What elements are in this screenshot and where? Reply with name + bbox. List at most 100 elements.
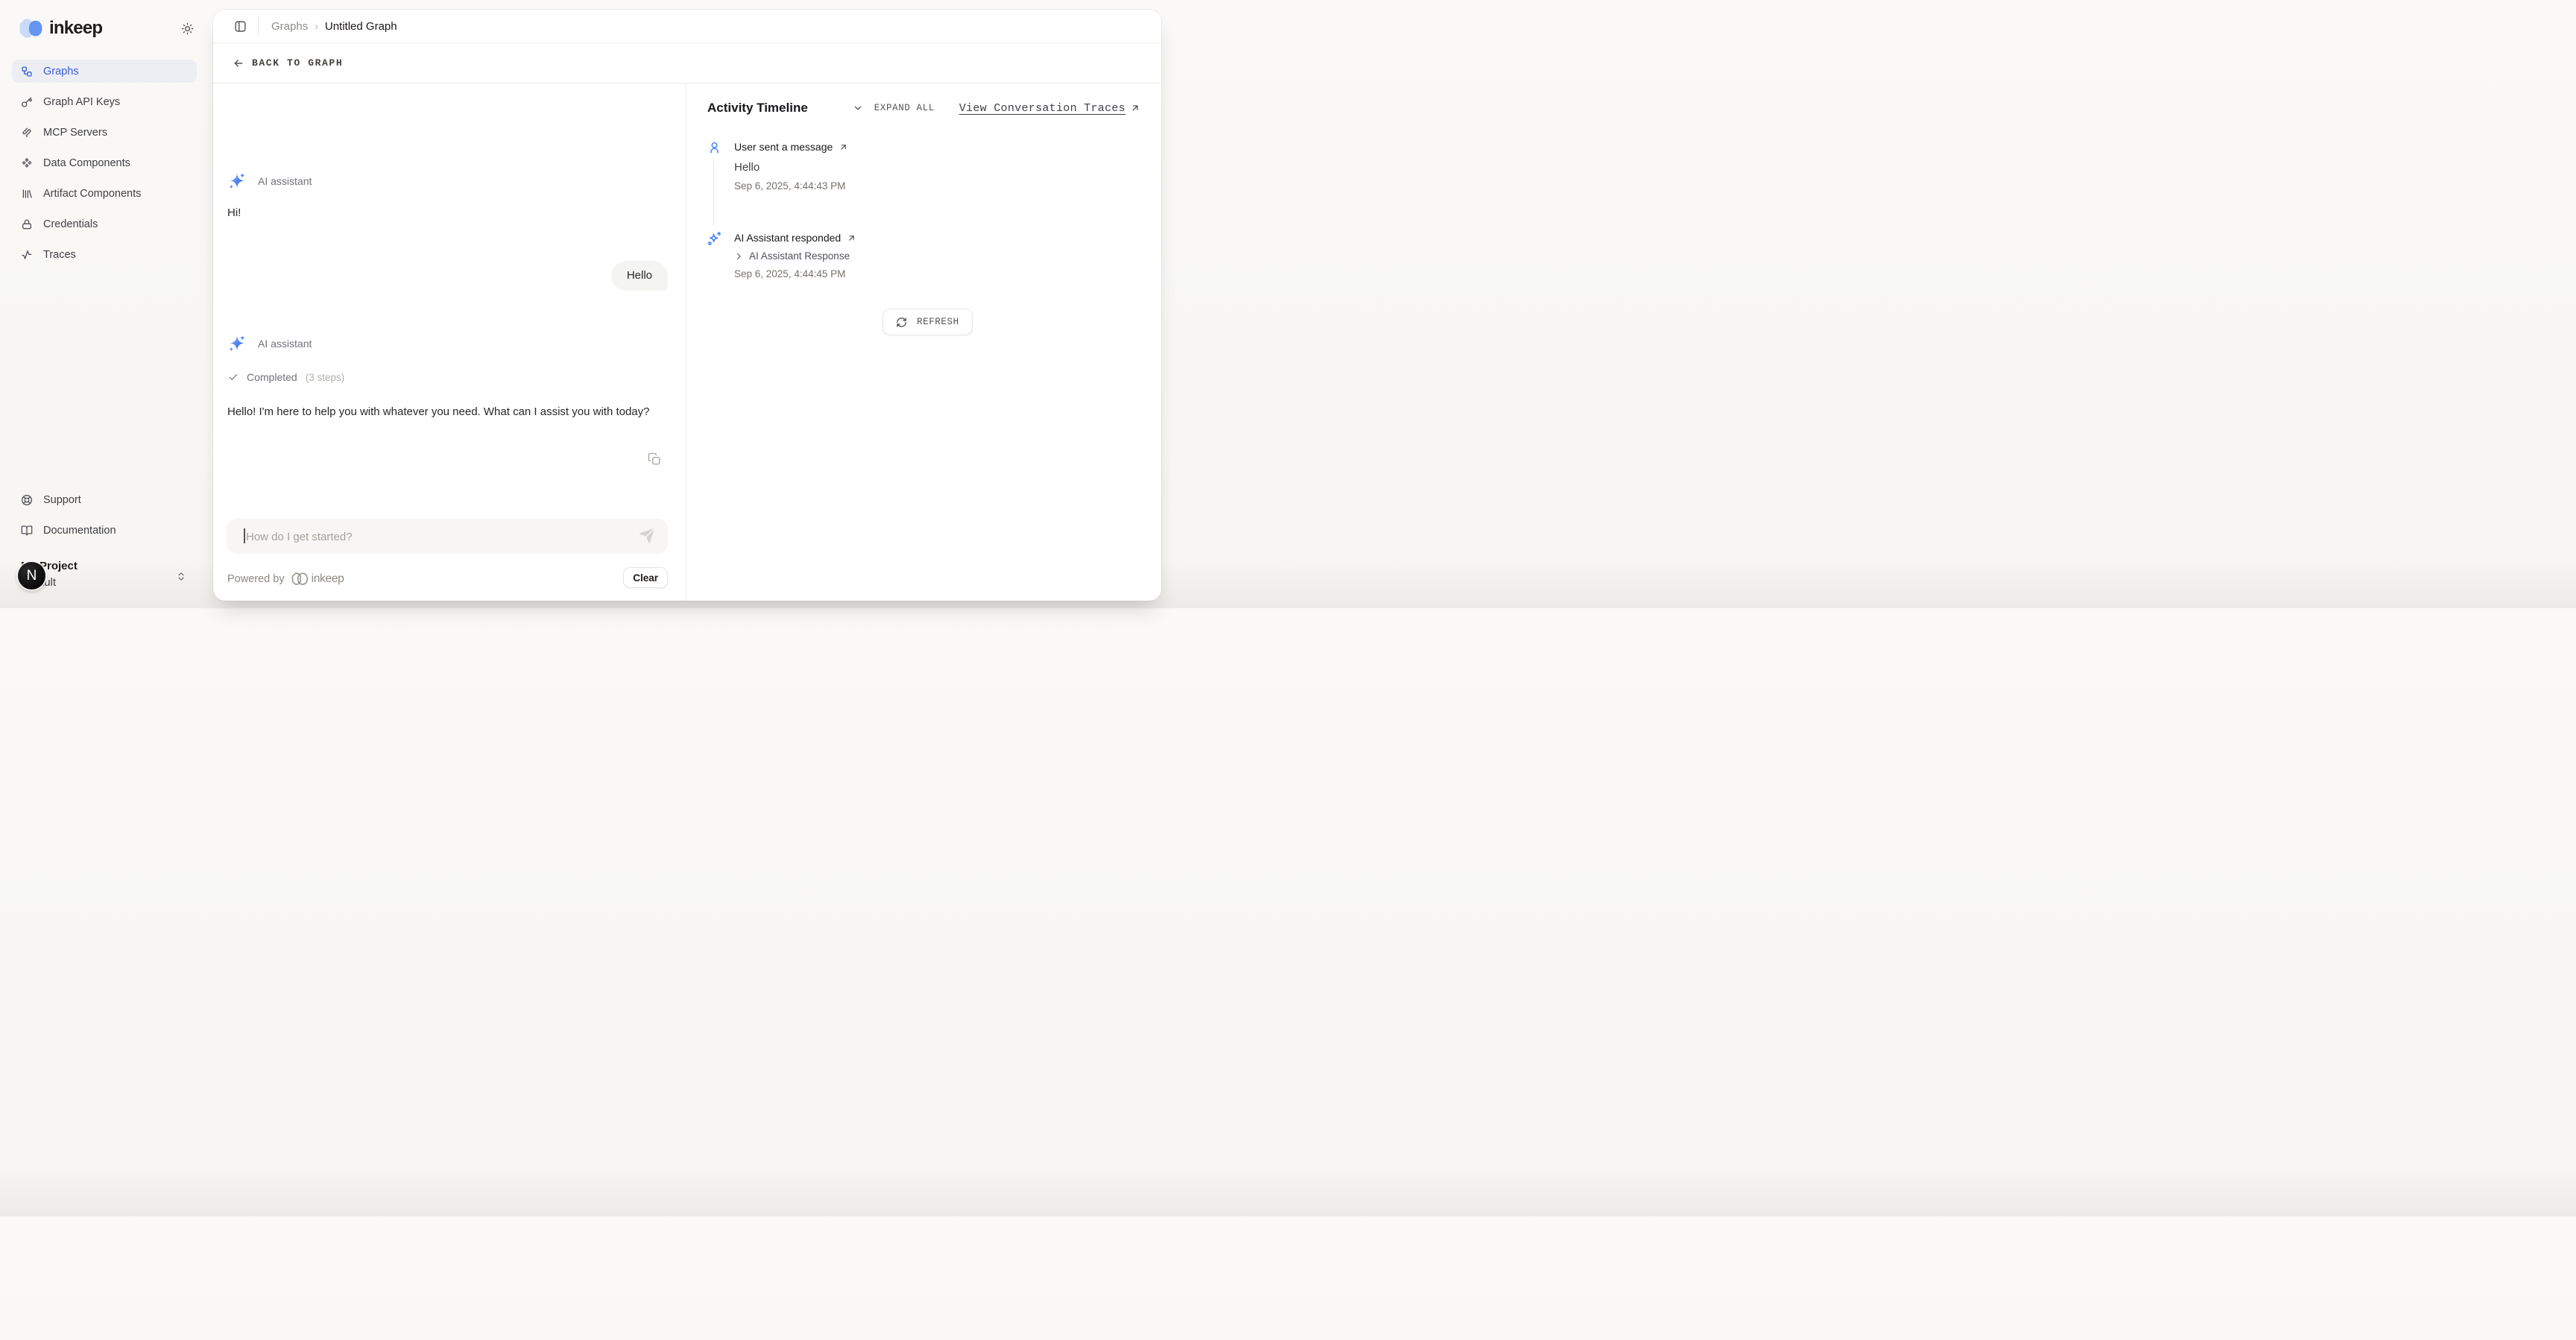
inkeep-brand-text: inkeep bbox=[312, 572, 344, 586]
copy-button[interactable] bbox=[646, 451, 663, 467]
chevron-right-icon: › bbox=[315, 20, 318, 32]
sidebar-item-data-components[interactable]: Data Components bbox=[12, 151, 197, 174]
timeline-connector bbox=[713, 161, 714, 225]
sidebar-footer: Support Documentation My Project default… bbox=[12, 488, 197, 595]
timeline-item-body: Hello bbox=[734, 161, 1140, 174]
assistant-message: Hi! bbox=[227, 206, 241, 219]
sidebar-item-graph-api-keys[interactable]: Graph API Keys bbox=[12, 90, 197, 113]
timeline-item-ai-response: AI Assistant responded AI Assistant Resp… bbox=[707, 232, 1140, 279]
logo-row: inkeep bbox=[19, 16, 197, 40]
expand-all-label: EXPAND ALL bbox=[874, 103, 935, 113]
clear-button[interactable]: Clear bbox=[623, 567, 668, 588]
user-message-bubble: Hello bbox=[611, 261, 668, 291]
sidebar-item-artifact-components[interactable]: Artifact Components bbox=[12, 182, 197, 205]
sidebar-item-graphs[interactable]: Graphs bbox=[12, 60, 197, 83]
view-conversation-traces-link[interactable]: View Conversation Traces bbox=[959, 102, 1140, 115]
chat-panel: AI assistant Hi! Hello AI assistant bbox=[213, 83, 686, 601]
timeline-item-title: AI Assistant responded bbox=[734, 232, 841, 244]
timeline-item-timestamp: Sep 6, 2025, 4:44:45 PM bbox=[734, 268, 1140, 279]
timeline-item-title-link[interactable]: AI Assistant responded bbox=[734, 232, 1140, 244]
chat-input[interactable] bbox=[244, 519, 629, 554]
check-icon bbox=[228, 372, 239, 382]
sparkles-icon bbox=[227, 171, 247, 191]
library-icon bbox=[21, 188, 33, 200]
status-steps: (3 steps) bbox=[306, 372, 345, 383]
header-divider bbox=[258, 16, 259, 36]
arrow-up-right-icon bbox=[847, 233, 856, 243]
sidebar-item-label: Documentation bbox=[43, 525, 116, 537]
sidebar-item-credentials[interactable]: Credentials bbox=[12, 212, 197, 236]
life-buoy-icon bbox=[21, 494, 33, 506]
completion-status[interactable]: Completed (3 steps) bbox=[228, 371, 344, 383]
sidebar-item-label: Graph API Keys bbox=[43, 96, 120, 108]
sidebar-item-documentation[interactable]: Documentation bbox=[12, 519, 197, 542]
expand-all-button[interactable]: EXPAND ALL bbox=[853, 103, 935, 113]
sidebar-toggle-button[interactable] bbox=[233, 19, 248, 34]
arrow-up-right-icon bbox=[1130, 103, 1140, 113]
back-to-graph-link[interactable]: BACK TO GRAPH bbox=[213, 43, 1161, 83]
timeline-header: Activity Timeline EXPAND ALL View Conver… bbox=[707, 101, 1140, 116]
user-icon bbox=[708, 141, 721, 154]
ai-response-label: AI Assistant Response bbox=[749, 250, 850, 262]
refresh-label: REFRESH bbox=[917, 317, 959, 327]
powered-by-label: Powered by bbox=[227, 573, 285, 585]
refresh-button[interactable]: REFRESH bbox=[883, 309, 973, 335]
book-open-icon bbox=[21, 525, 33, 537]
logo-wordmark: inkeep bbox=[49, 18, 102, 39]
activity-icon bbox=[21, 249, 33, 261]
sidebar-item-label: Artifact Components bbox=[43, 188, 141, 200]
workflow-icon bbox=[21, 66, 33, 78]
sidebar-item-label: Support bbox=[43, 494, 81, 506]
main-card: Graphs › Untitled Graph BACK TO GRAPH AI… bbox=[213, 10, 1161, 601]
card-header: Graphs › Untitled Graph bbox=[213, 10, 1161, 43]
ai-response-expander[interactable]: AI Assistant Response bbox=[734, 250, 1140, 262]
assistant-label: AI assistant bbox=[258, 175, 312, 187]
chevron-right-icon bbox=[734, 252, 743, 261]
breadcrumb-graphs-link[interactable]: Graphs bbox=[271, 20, 308, 33]
view-traces-label: View Conversation Traces bbox=[959, 102, 1126, 115]
arrow-left-icon bbox=[233, 57, 244, 69]
panel-left-icon bbox=[234, 20, 247, 33]
back-to-graph-label: BACK TO GRAPH bbox=[252, 57, 343, 69]
timeline-item-title-link[interactable]: User sent a message bbox=[734, 141, 1140, 153]
inkeep-outline-logo-icon bbox=[291, 572, 309, 587]
sidebar: inkeep Graphs Graph API Keys MCP Servers bbox=[0, 0, 213, 608]
assistant-label: AI assistant bbox=[258, 338, 312, 350]
refresh-icon bbox=[896, 317, 907, 328]
key-icon bbox=[21, 96, 33, 108]
lock-icon bbox=[21, 218, 33, 230]
project-selector[interactable]: My Project default N bbox=[12, 559, 197, 595]
sidebar-item-mcp-servers[interactable]: MCP Servers bbox=[12, 121, 197, 144]
mcp-icon bbox=[21, 127, 33, 139]
project-avatar[interactable]: N bbox=[18, 562, 45, 590]
breadcrumb-current: Untitled Graph bbox=[325, 20, 397, 33]
send-icon bbox=[638, 527, 656, 545]
copy-icon bbox=[648, 452, 661, 466]
sidebar-item-label: Graphs bbox=[43, 66, 79, 78]
timeline-item-user-message: User sent a message Hello Sep 6, 2025, 4… bbox=[707, 141, 1140, 232]
timeline-items: User sent a message Hello Sep 6, 2025, 4… bbox=[707, 141, 1140, 279]
sidebar-item-traces[interactable]: Traces bbox=[12, 243, 197, 266]
inkeep-brand-link[interactable]: inkeep bbox=[291, 572, 344, 587]
sidebar-item-label: Credentials bbox=[43, 218, 98, 230]
inkeep-logo-icon bbox=[19, 19, 44, 39]
sun-icon bbox=[181, 22, 194, 35]
chevron-down-icon bbox=[853, 103, 863, 113]
sidebar-item-label: MCP Servers bbox=[43, 127, 107, 139]
sparkles-icon bbox=[227, 334, 247, 353]
timeline-title: Activity Timeline bbox=[707, 101, 808, 116]
sidebar-item-label: Data Components bbox=[43, 157, 130, 169]
sidebar-item-support[interactable]: Support bbox=[12, 488, 197, 511]
content-area: AI assistant Hi! Hello AI assistant bbox=[213, 83, 1161, 601]
activity-timeline-panel: Activity Timeline EXPAND ALL View Conver… bbox=[686, 83, 1161, 601]
sidebar-item-label: Traces bbox=[43, 249, 76, 261]
powered-by: Powered by inkeep bbox=[227, 572, 344, 587]
sidebar-nav: Graphs Graph API Keys MCP Servers Data C… bbox=[12, 60, 197, 266]
send-button[interactable] bbox=[638, 527, 656, 545]
assistant-header: AI assistant bbox=[227, 334, 312, 353]
theme-toggle-button[interactable] bbox=[178, 19, 197, 38]
component-icon bbox=[21, 157, 33, 169]
timeline-item-timestamp: Sep 6, 2025, 4:44:43 PM bbox=[734, 180, 1140, 192]
status-label: Completed bbox=[247, 371, 297, 383]
breadcrumb: Graphs › Untitled Graph bbox=[271, 20, 397, 33]
